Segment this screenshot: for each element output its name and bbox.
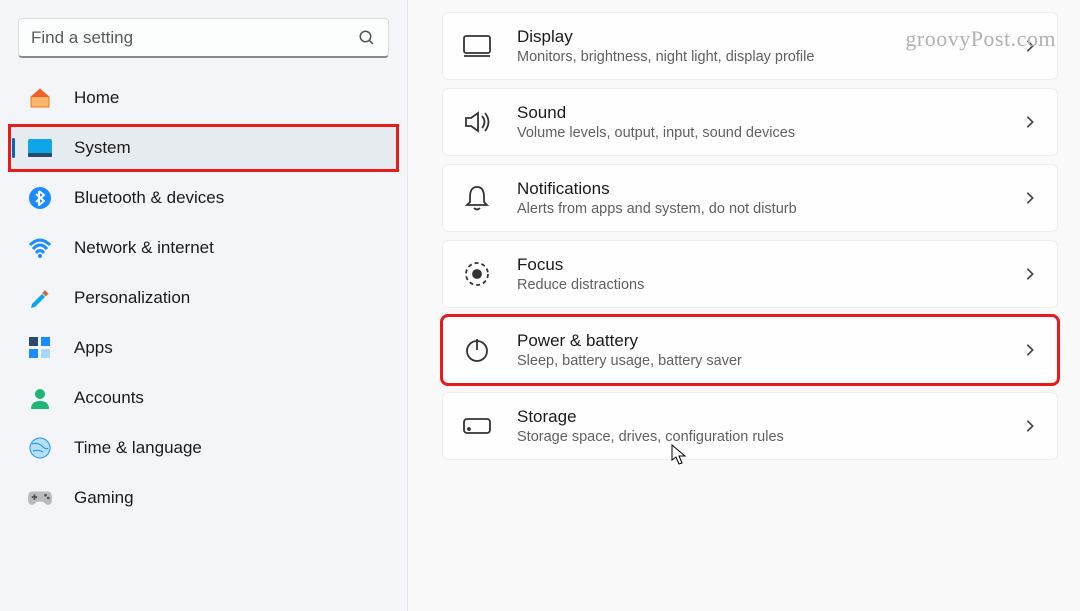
sidebar-item-label: Network & internet bbox=[74, 238, 214, 258]
chevron-right-icon bbox=[1023, 115, 1037, 129]
search-input[interactable] bbox=[31, 28, 358, 48]
focus-icon bbox=[463, 260, 491, 288]
sidebar-item-bluetooth[interactable]: Bluetooth & devices bbox=[10, 176, 397, 220]
accounts-icon bbox=[28, 386, 52, 410]
card-text: Power & battery Sleep, battery usage, ba… bbox=[517, 331, 1023, 369]
card-title: Notifications bbox=[517, 179, 1023, 199]
sidebar-item-system[interactable]: System bbox=[10, 126, 397, 170]
apps-icon bbox=[28, 336, 52, 360]
system-card-sound[interactable]: Sound Volume levels, output, input, soun… bbox=[442, 88, 1058, 156]
network-icon bbox=[28, 236, 52, 260]
bluetooth-icon bbox=[28, 186, 52, 210]
system-icon bbox=[28, 136, 52, 160]
sidebar-item-label: System bbox=[74, 138, 131, 158]
card-text: Display Monitors, brightness, night ligh… bbox=[517, 27, 1023, 65]
personalization-icon bbox=[28, 286, 52, 310]
sidebar-item-label: Personalization bbox=[74, 288, 190, 308]
sidebar-item-label: Home bbox=[74, 88, 119, 108]
card-desc: Volume levels, output, input, sound devi… bbox=[517, 125, 1023, 141]
sidebar-item-accounts[interactable]: Accounts bbox=[10, 376, 397, 420]
system-card-storage[interactable]: Storage Storage space, drives, configura… bbox=[442, 392, 1058, 460]
notifications-icon bbox=[463, 184, 491, 212]
sidebar-item-gaming[interactable]: Gaming bbox=[10, 476, 397, 520]
sidebar-item-home[interactable]: Home bbox=[10, 76, 397, 120]
card-text: Storage Storage space, drives, configura… bbox=[517, 407, 1023, 445]
system-card-power-battery[interactable]: Power & battery Sleep, battery usage, ba… bbox=[442, 316, 1058, 384]
chevron-right-icon bbox=[1023, 343, 1037, 357]
search-container bbox=[18, 18, 389, 58]
chevron-right-icon bbox=[1023, 191, 1037, 205]
gaming-icon bbox=[28, 486, 52, 510]
card-title: Storage bbox=[517, 407, 1023, 427]
home-icon bbox=[28, 86, 52, 110]
card-text: Sound Volume levels, output, input, soun… bbox=[517, 103, 1023, 141]
sidebar-item-time[interactable]: Time & language bbox=[10, 426, 397, 470]
chevron-right-icon bbox=[1023, 267, 1037, 281]
sidebar-item-network[interactable]: Network & internet bbox=[10, 226, 397, 270]
time-language-icon bbox=[28, 436, 52, 460]
sidebar-item-label: Gaming bbox=[74, 488, 134, 508]
card-title: Focus bbox=[517, 255, 1023, 275]
card-text: Notifications Alerts from apps and syste… bbox=[517, 179, 1023, 217]
card-text: Focus Reduce distractions bbox=[517, 255, 1023, 293]
power-icon bbox=[463, 336, 491, 364]
display-icon bbox=[463, 32, 491, 60]
chevron-right-icon bbox=[1023, 419, 1037, 433]
card-desc: Sleep, battery usage, battery saver bbox=[517, 353, 1023, 369]
search-icon bbox=[358, 29, 376, 47]
card-desc: Reduce distractions bbox=[517, 277, 1023, 293]
card-title: Display bbox=[517, 27, 1023, 47]
card-title: Sound bbox=[517, 103, 1023, 123]
settings-sidebar: Home System Bluetooth & devices Network … bbox=[0, 0, 408, 611]
sound-icon bbox=[463, 108, 491, 136]
card-desc: Storage space, drives, configuration rul… bbox=[517, 429, 1023, 445]
card-desc: Alerts from apps and system, do not dist… bbox=[517, 201, 1023, 217]
sidebar-item-apps[interactable]: Apps bbox=[10, 326, 397, 370]
card-title: Power & battery bbox=[517, 331, 1023, 351]
system-card-display[interactable]: Display Monitors, brightness, night ligh… bbox=[442, 12, 1058, 80]
storage-icon bbox=[463, 412, 491, 440]
content-pane: groovyPost.com Display Monitors, brightn… bbox=[408, 0, 1080, 611]
sidebar-item-label: Time & language bbox=[74, 438, 202, 458]
sidebar-item-label: Accounts bbox=[74, 388, 144, 408]
system-card-focus[interactable]: Focus Reduce distractions bbox=[442, 240, 1058, 308]
sidebar-nav-list: Home System Bluetooth & devices Network … bbox=[0, 76, 407, 520]
sidebar-item-label: Apps bbox=[74, 338, 113, 358]
card-desc: Monitors, brightness, night light, displ… bbox=[517, 49, 1023, 65]
sidebar-item-label: Bluetooth & devices bbox=[74, 188, 224, 208]
system-card-notifications[interactable]: Notifications Alerts from apps and syste… bbox=[442, 164, 1058, 232]
sidebar-item-personalization[interactable]: Personalization bbox=[10, 276, 397, 320]
chevron-right-icon bbox=[1023, 39, 1037, 53]
